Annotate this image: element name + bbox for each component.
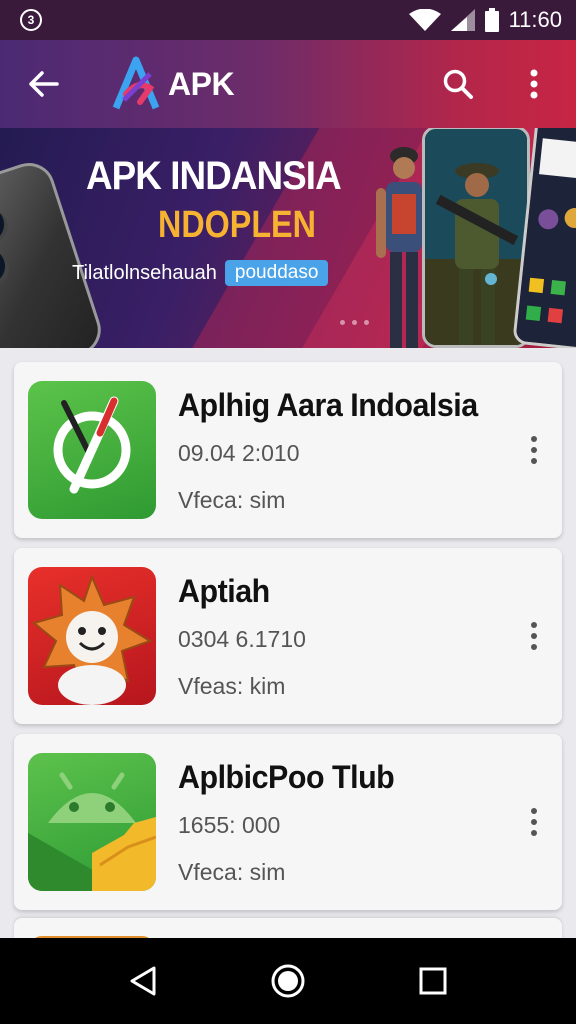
android-folder-icon xyxy=(28,753,156,891)
banner-title: APK INDANSIA xyxy=(86,154,342,198)
item-more-button[interactable] xyxy=(524,432,544,468)
back-button[interactable] xyxy=(22,62,66,106)
nav-home-button[interactable] xyxy=(263,956,313,1006)
banner-pill: pouddaso xyxy=(224,260,329,286)
more-vert-icon xyxy=(531,436,537,464)
search-icon xyxy=(443,69,473,99)
list-item[interactable]: AplbicPoo Tlub 1655: 000 Vfeca: sim xyxy=(14,734,562,910)
app-version: Vfeas: kim xyxy=(178,672,286,699)
pencil-circle-icon xyxy=(28,381,156,519)
app-name: Aplhig Aara Indoalsia xyxy=(178,386,478,423)
app-meta: 09.04 2:010 xyxy=(178,439,300,466)
promo-banner[interactable]: APK INDANSIA NDOPLEN Tilatlolnsehauah po… xyxy=(0,128,576,348)
app-meta: 1655: 000 xyxy=(178,811,281,838)
apk-logo-icon xyxy=(112,56,160,110)
square-recents-icon xyxy=(419,967,447,995)
list-item[interactable]: Aplhig Aara Indoalsia 09.04 2:010 Vfeca:… xyxy=(14,362,562,538)
status-bar: 3 11:60 xyxy=(0,0,576,40)
clock: 11:60 xyxy=(508,7,562,32)
app-bar: APK xyxy=(0,40,576,128)
search-button[interactable] xyxy=(438,64,478,104)
app-name: AplbicPoo Tlub xyxy=(178,758,395,795)
more-vert-icon xyxy=(531,622,537,650)
logo-text: APK xyxy=(168,65,235,102)
wifi-icon xyxy=(408,9,441,31)
app-meta: 0304 6.1710 xyxy=(178,625,306,652)
nav-recents-button[interactable] xyxy=(408,956,458,1006)
more-vert-icon xyxy=(530,69,538,99)
app-version: Vfeca: sim xyxy=(178,486,286,513)
banner-subtitle: NDOPLEN xyxy=(158,204,316,246)
app-logo: APK xyxy=(110,54,235,114)
notification-icon: 3 xyxy=(20,9,42,31)
banner-tagline: Tilatlolnsehauah xyxy=(72,261,217,284)
item-more-button[interactable] xyxy=(524,618,544,654)
nav-back-button[interactable] xyxy=(118,956,168,1006)
app-version: Vfeca: sim xyxy=(178,858,286,885)
item-more-button[interactable] xyxy=(524,804,544,840)
app-name: Aptiah xyxy=(178,572,270,609)
sun-face-icon xyxy=(28,567,156,705)
carousel-indicator xyxy=(340,320,369,325)
signal-icon xyxy=(450,9,475,31)
overflow-menu-button[interactable] xyxy=(514,64,554,104)
arrow-left-icon xyxy=(29,71,59,97)
battery-icon xyxy=(484,8,499,32)
triangle-back-icon xyxy=(130,966,156,996)
system-nav-bar xyxy=(0,938,576,1024)
more-vert-icon xyxy=(531,808,537,836)
app-list: Aplhig Aara Indoalsia 09.04 2:010 Vfeca:… xyxy=(14,362,562,920)
phone-image-game xyxy=(422,128,530,348)
circle-home-icon xyxy=(271,964,305,998)
list-item[interactable]: Aptiah 0304 6.1710 Vfeas: kim xyxy=(14,548,562,724)
